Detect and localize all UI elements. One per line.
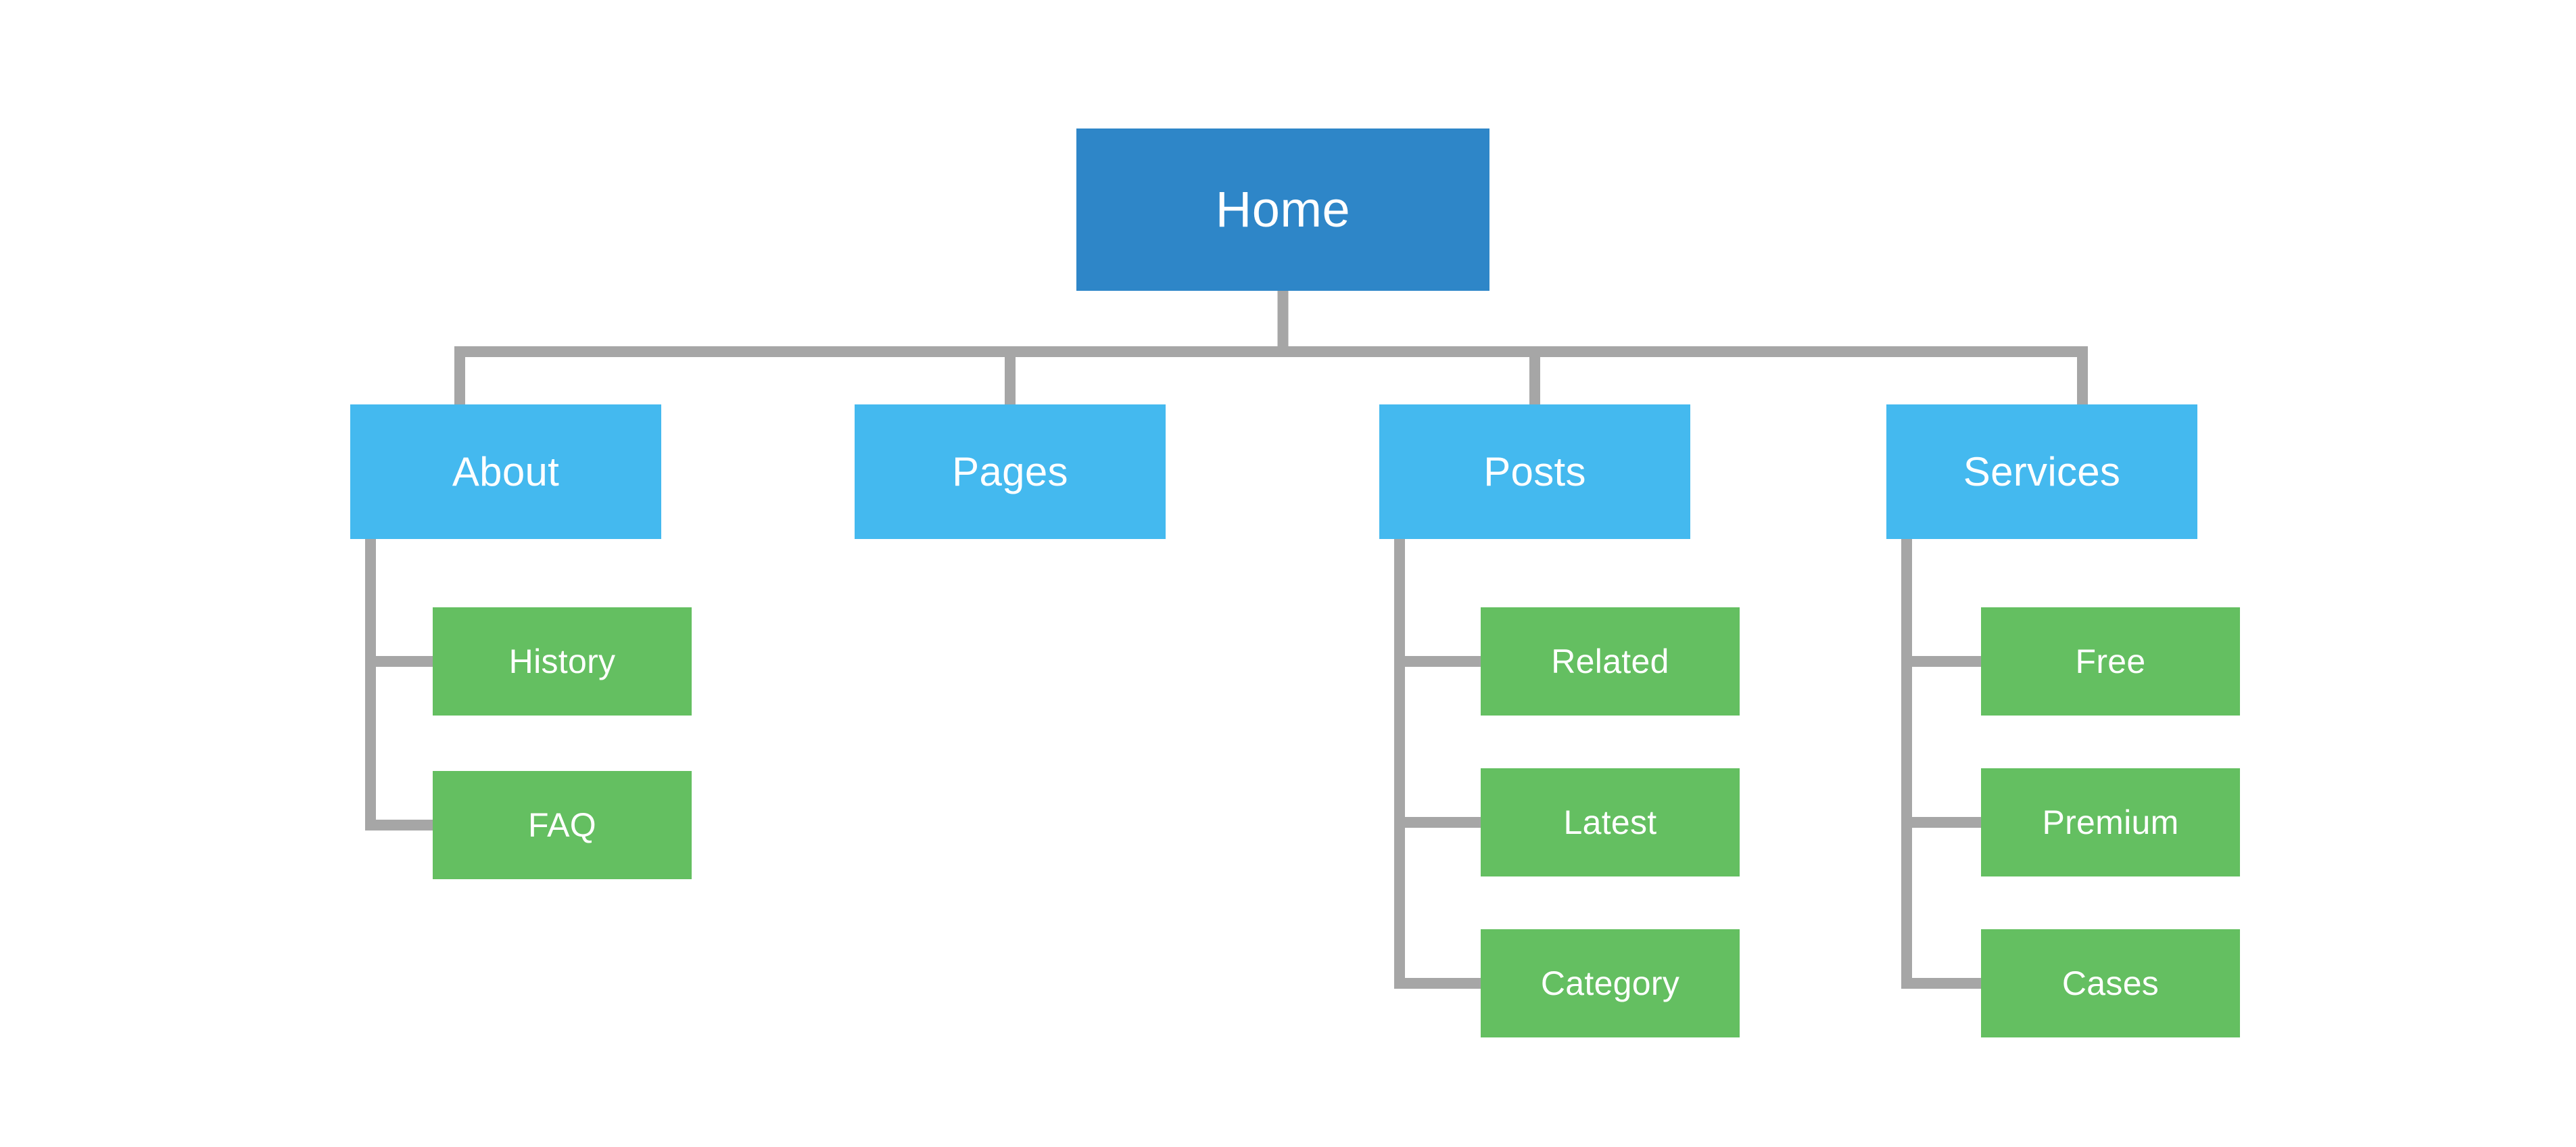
node-home[interactable]: Home [1076,128,1489,291]
node-premium[interactable]: Premium [1981,768,2240,876]
node-cases[interactable]: Cases [1981,929,2240,1037]
node-history[interactable]: History [433,607,692,716]
node-pages[interactable]: Pages [855,404,1166,539]
sitemap-canvas: Home About History FAQ Pages Posts Related Lat… [0,0,2576,1147]
node-faq[interactable]: FAQ [433,771,692,879]
node-category[interactable]: Category [1481,929,1740,1037]
node-related[interactable]: Related [1481,607,1740,716]
node-services[interactable]: Services [1886,404,2197,539]
node-latest[interactable]: Latest [1481,768,1740,876]
node-free[interactable]: Free [1981,607,2240,716]
node-posts[interactable]: Posts [1379,404,1690,539]
node-about[interactable]: About [350,404,661,539]
